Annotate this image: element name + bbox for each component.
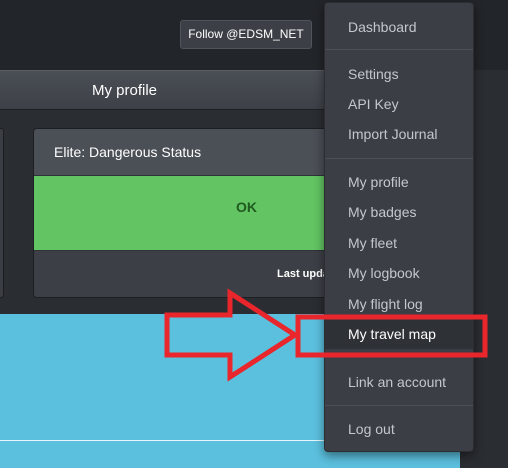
menu-item-my-travel-map[interactable]: My travel map (325, 319, 473, 349)
last-update-text: Last upda (277, 268, 329, 280)
side-panel-edge (0, 128, 4, 298)
menu-item-my-flight-log[interactable]: My flight log (325, 289, 473, 319)
status-ok-text: OK (236, 199, 257, 215)
follow-edsm-button[interactable]: Follow @EDSM_NET (180, 20, 312, 49)
menu-item-dashboard[interactable]: Dashboard (325, 12, 473, 42)
menu-item-my-badges[interactable]: My badges (325, 197, 473, 227)
menu-item-settings[interactable]: Settings (325, 59, 473, 89)
menu-item-my-logbook[interactable]: My logbook (325, 258, 473, 288)
menu-item-my-fleet[interactable]: My fleet (325, 228, 473, 258)
status-indicator: OK (34, 176, 342, 251)
elite-status-panel: Elite: Dangerous Status OK Last upda (33, 128, 343, 298)
menu-divider (325, 355, 473, 356)
menu-divider (325, 49, 473, 50)
status-panel-footer: Last upda (34, 251, 342, 297)
menu-item-api-key[interactable]: API Key (325, 89, 473, 119)
menu-divider (325, 405, 473, 406)
status-panel-header: Elite: Dangerous Status (34, 129, 342, 176)
menu-item-import-journal[interactable]: Import Journal (325, 119, 473, 149)
menu-item-my-profile[interactable]: My profile (325, 167, 473, 197)
profile-tab-bar: My profile (0, 70, 330, 110)
menu-item-link-account[interactable]: Link an account (325, 367, 473, 397)
user-dropdown-menu: Dashboard Settings API Key Import Journa… (324, 2, 474, 452)
status-panel-title: Elite: Dangerous Status (54, 144, 202, 160)
profile-title: My profile (92, 82, 158, 99)
menu-item-log-out[interactable]: Log out (325, 414, 473, 444)
menu-divider (325, 158, 473, 159)
